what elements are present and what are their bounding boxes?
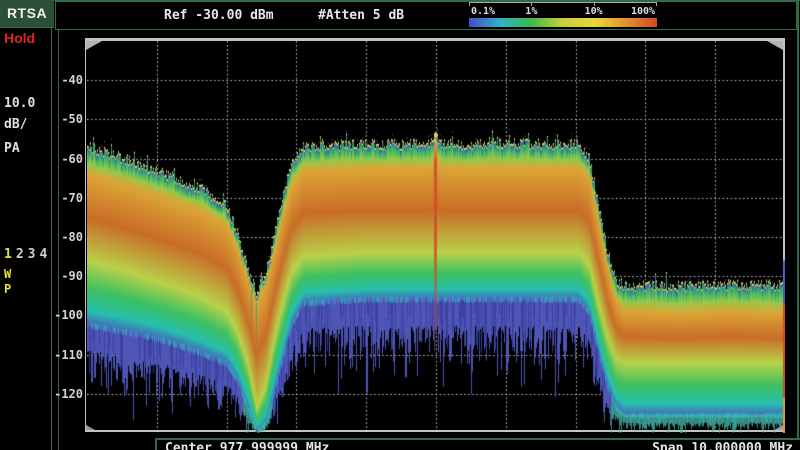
span-readout[interactable]: Span 10.000000 MHz <box>652 441 793 450</box>
legend-label: 0.1% <box>471 6 495 17</box>
y-axis-label: -50 <box>54 112 83 126</box>
plot-corner-wedge <box>86 41 102 50</box>
plot-corner-wedge <box>86 425 95 430</box>
y-axis-label: -90 <box>54 269 83 283</box>
spectrum-plot[interactable] <box>85 38 785 432</box>
plot-corner-wedge <box>767 41 783 50</box>
density-legend: 0.1% 1% 10% 100% <box>469 1 659 27</box>
y-axis-label: -100 <box>54 308 83 322</box>
y-axis-label: -80 <box>54 230 83 244</box>
trace-number-active: 1 <box>4 247 16 262</box>
trace-numbers[interactable]: 1234 <box>4 247 51 262</box>
legend-gradient-bar <box>469 18 657 27</box>
legend-tick <box>656 2 657 6</box>
legend-bracket-line <box>469 2 657 3</box>
header-bar: Ref -30.00 dBm #Atten 5 dB <box>55 1 797 30</box>
y-axis-label: -70 <box>54 191 83 205</box>
ref-level-readout[interactable]: Ref -30.00 dBm <box>164 8 274 23</box>
y-axis-label: -40 <box>54 73 83 87</box>
trace-write-flag: W <box>4 267 11 281</box>
trace-positive-peak-flag: P <box>4 282 11 296</box>
rtsa-mode-tab[interactable]: RTSA <box>0 0 54 28</box>
footer-bar: Center 977.999999 MHz Span 10.000000 MHz <box>155 438 800 450</box>
plot-corner-wedge <box>774 425 783 430</box>
y-axis-label: -120 <box>54 387 83 401</box>
scale-per-div-unit: dB/ <box>4 117 27 132</box>
scale-per-div-value: 10.0 <box>4 96 35 111</box>
legend-label: 10% <box>585 6 603 17</box>
center-frequency-readout[interactable]: Center 977.999999 MHz <box>165 441 329 450</box>
attenuation-readout[interactable]: #Atten 5 dB <box>318 8 404 23</box>
spectrum-density-canvas <box>87 41 785 433</box>
legend-label: 100% <box>631 6 655 17</box>
legend-tick <box>469 2 470 6</box>
hold-status[interactable]: Hold <box>4 30 35 46</box>
frame-right-line <box>797 0 799 450</box>
y-axis-label: -110 <box>54 348 83 362</box>
rtsa-screen: RTSA Ref -30.00 dBm #Atten 5 dB 0.1%1%10… <box>0 0 800 450</box>
legend-label: 1% <box>525 6 537 17</box>
y-axis-label: -60 <box>54 152 83 166</box>
detector-readout: PA <box>4 141 20 156</box>
trace-numbers-inactive: 234 <box>16 247 51 262</box>
sidebar-divider-line <box>51 28 52 450</box>
